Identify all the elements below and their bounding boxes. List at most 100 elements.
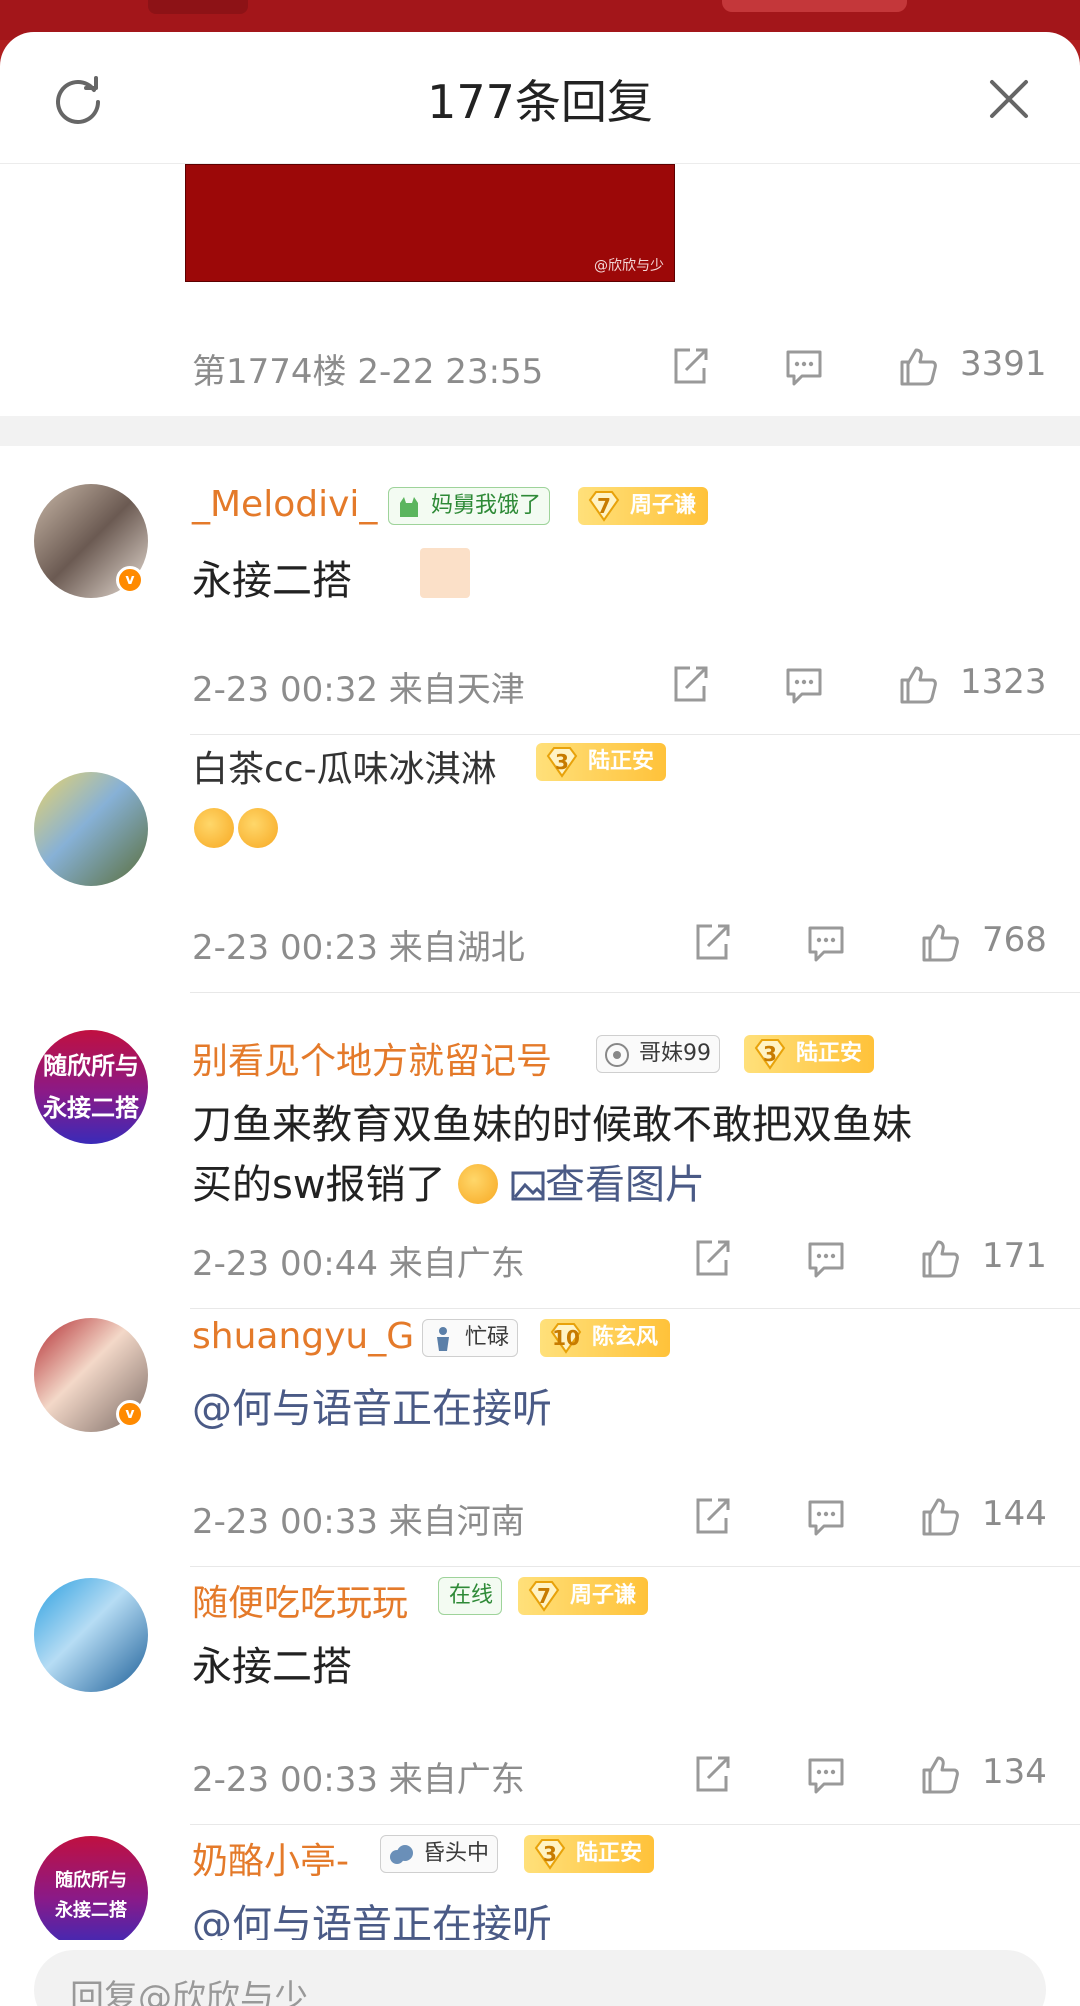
sticker-image[interactable] [420, 548, 470, 598]
like-count: 144 [982, 1494, 1047, 1534]
like-count: 768 [982, 920, 1047, 960]
comment-author[interactable]: 随便吃吃玩玩 [192, 1574, 408, 1626]
replies-sheet: 177条回复 @欣欣与少 第1774楼 2-22 23:55 3391 v _M… [0, 32, 1080, 2006]
level-badge: 3 陆正安 [524, 1835, 655, 1873]
avatar-text: 永接二搭 [43, 1094, 139, 1122]
comment-text: 刀鱼来教育双鱼妹的时候敢不敢把双鱼妹 [192, 1102, 912, 1148]
level-number: 3 [555, 750, 569, 774]
share-icon[interactable] [690, 1236, 734, 1280]
fan-badge-label: 哥妹99 [639, 1041, 711, 1066]
avatar-text: 随欣所与 [55, 1870, 127, 1891]
fan-badge: 妈舅我饿了 [388, 487, 551, 525]
level-badge: 7 周子谦 [578, 487, 709, 525]
view-image-link[interactable]: 查看图片 [511, 1162, 705, 1208]
comment-text[interactable]: @何与语音正在接听 [192, 1376, 552, 1434]
comment-image-preview[interactable]: @欣欣与少 [185, 164, 675, 282]
like-count: 3391 [960, 344, 1047, 384]
comment-author[interactable]: 白茶cc-瓜味冰淇淋 [192, 740, 497, 792]
page-title: 177条回复 [427, 75, 653, 129]
comment-author[interactable]: 奶酪小亭- [192, 1832, 349, 1884]
share-icon[interactable] [690, 1494, 734, 1538]
level-name: 周子谦 [630, 493, 697, 518]
avatar[interactable] [34, 772, 148, 886]
avatar[interactable] [34, 1578, 148, 1692]
comment-author[interactable]: 别看见个地方就留记号 [192, 1032, 552, 1084]
level-badge: 10 陈玄风 [540, 1319, 671, 1357]
share-icon[interactable] [668, 662, 712, 706]
hug-emoji-icon [238, 808, 278, 848]
avatar[interactable]: 随欣所与 永接二搭 [34, 1030, 148, 1144]
level-badge: 7 周子谦 [518, 1577, 649, 1615]
level-name: 周子谦 [570, 1583, 637, 1608]
level-name: 陆正安 [576, 1841, 643, 1866]
close-icon[interactable] [984, 74, 1034, 124]
comment-text-line2: 买的sw报销了 查看图片 [192, 1152, 705, 1210]
level-number: 7 [597, 494, 611, 518]
divider [190, 1824, 1080, 1825]
like-count: 134 [982, 1752, 1047, 1792]
comment-meta: 2-23 00:33 来自广东 [192, 1760, 525, 1800]
divider [190, 1308, 1080, 1309]
share-icon[interactable] [690, 1752, 734, 1796]
comment-icon[interactable] [804, 1236, 848, 1280]
share-icon[interactable] [690, 920, 734, 964]
comment-meta: 2-23 00:23 来自湖北 [192, 928, 525, 968]
fan-badge-label: 昏头中 [423, 1841, 490, 1866]
share-icon[interactable] [668, 344, 712, 388]
cloud-icon [390, 1845, 413, 1864]
image-watermark: @欣欣与少 [594, 258, 664, 274]
view-image-label: 查看图片 [545, 1162, 705, 1208]
reply-placeholder: 回复@欣欣与少 [70, 1978, 308, 2006]
flower-icon [605, 1043, 629, 1067]
fan-badge-label: 妈舅我饿了 [431, 493, 542, 518]
comment-icon[interactable] [804, 1494, 848, 1538]
comment-text: 买的sw报销了 [192, 1162, 446, 1208]
hug-emoji-icon [194, 808, 234, 848]
online-badge: 在线 [438, 1577, 503, 1615]
comment-meta: 2-23 00:32 来自天津 [192, 670, 525, 710]
like-icon[interactable] [896, 344, 940, 388]
fan-badge: 昏头中 [380, 1835, 499, 1873]
comment-icon[interactable] [782, 662, 826, 706]
verified-badge-icon: v [116, 1400, 144, 1428]
section-gap [0, 416, 1080, 446]
comment-meta: 2-23 00:44 来自广东 [192, 1244, 525, 1284]
like-icon[interactable] [918, 1494, 962, 1538]
avatar-text: 随欣所与 [43, 1052, 139, 1080]
divider [190, 992, 1080, 993]
like-icon[interactable] [896, 662, 940, 706]
floor-time: 第1774楼 2-22 23:55 [192, 352, 544, 392]
comment-icon[interactable] [782, 344, 826, 388]
person-icon [437, 1327, 449, 1351]
level-number: 10 [552, 1326, 580, 1350]
online-badge-label: 在线 [449, 1583, 494, 1608]
comment-icon[interactable] [804, 920, 848, 964]
background-button [722, 0, 907, 12]
verified-badge-icon: v [116, 566, 144, 594]
divider [190, 1566, 1080, 1567]
avatar[interactable]: 随欣所与 永接二搭 [34, 1836, 148, 1950]
emoji-icon [458, 1164, 499, 1204]
comment-icon[interactable] [804, 1752, 848, 1796]
level-name: 陈玄风 [592, 1325, 659, 1350]
like-count: 171 [982, 1236, 1047, 1276]
level-name: 陆正安 [588, 749, 655, 774]
like-icon[interactable] [918, 1236, 962, 1280]
avatar-text: 永接二搭 [55, 1900, 127, 1921]
level-number: 7 [537, 1584, 551, 1608]
like-icon[interactable] [918, 1752, 962, 1796]
comment-author[interactable]: _Melodivi_ [192, 484, 377, 525]
reply-input[interactable]: 回复@欣欣与少 [34, 1950, 1046, 2006]
image-icon [511, 1171, 545, 1201]
divider [190, 734, 1080, 735]
reply-bar-area: 回复@欣欣与少 [0, 1940, 1080, 2006]
level-badge: 3 陆正安 [744, 1035, 875, 1073]
comment-author[interactable]: shuangyu_G [192, 1316, 414, 1357]
fan-badge: 哥妹99 [596, 1035, 720, 1073]
fan-badge: 忙碌 [422, 1319, 519, 1357]
like-icon[interactable] [918, 920, 962, 964]
comment-meta: 2-23 00:33 来自河南 [192, 1502, 525, 1542]
level-badge: 3 陆正安 [536, 743, 667, 781]
level-number: 3 [763, 1042, 777, 1066]
comment-text: 永接二搭 [192, 558, 352, 604]
